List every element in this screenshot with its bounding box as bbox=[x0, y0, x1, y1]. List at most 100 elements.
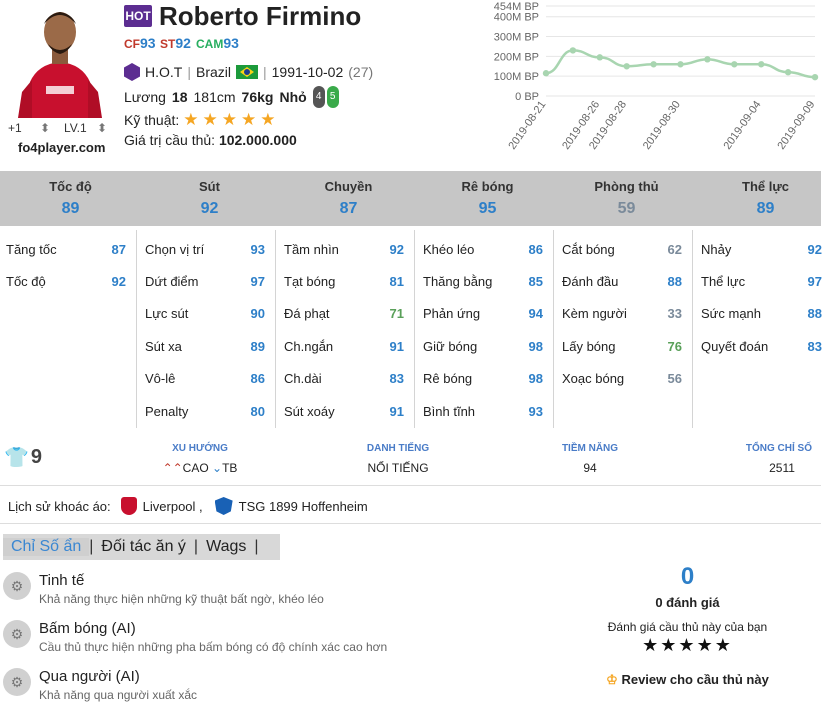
stat-column: Nhảy 92 Thể lực 97 Sức mạnh 88 Quyết đoán 83 bbox=[695, 230, 823, 428]
chart-point[interactable] bbox=[731, 61, 738, 68]
weight: 76kg bbox=[241, 89, 274, 105]
stat-name: Lấy bóng bbox=[562, 339, 616, 354]
stat-row: Rê bóng 98 bbox=[423, 371, 543, 386]
stat-row: Sút xoáy 91 bbox=[284, 404, 404, 419]
chart-point[interactable] bbox=[596, 54, 603, 61]
level-stepper-icon[interactable]: ⬍ bbox=[97, 121, 107, 135]
total-value: 2511 bbox=[769, 461, 795, 475]
birthdate: 1991-10-02 bbox=[271, 64, 344, 80]
stat-row: Thể lực 97 bbox=[701, 274, 822, 289]
stat-column: Khéo léo 86 Thăng bằng 85 Phản ứng 94 Giữ bóng… bbox=[417, 230, 554, 428]
stat-row: Lực sút 90 bbox=[145, 306, 265, 321]
tab-wags[interactable]: Wags bbox=[198, 538, 254, 556]
chart-point[interactable] bbox=[784, 69, 792, 76]
star-icon: ★ bbox=[241, 110, 257, 129]
club-liverpool[interactable]: Liverpool , bbox=[143, 499, 203, 514]
stat-value: 86 bbox=[250, 371, 265, 386]
trait-icon: ⚙ bbox=[3, 572, 31, 600]
club-hoffenheim[interactable]: TSG 1899 Hoffenheim bbox=[239, 499, 368, 514]
divider bbox=[0, 485, 821, 486]
potential-label: TIỀM NĂNG bbox=[561, 443, 619, 454]
stat-group-label: Thể lực bbox=[742, 179, 789, 194]
stat-name: Ch.ngắn bbox=[284, 339, 334, 354]
rating-score: 0 bbox=[680, 563, 695, 590]
rating-stars[interactable]: ★★★★★ bbox=[560, 636, 815, 654]
stat-name: Sức mạnh bbox=[701, 306, 762, 321]
stat-value: 93 bbox=[528, 404, 543, 419]
stat-value: 91 bbox=[389, 404, 404, 419]
star-icon: ★ bbox=[202, 110, 218, 129]
chart-y-tick-label: 200M BP bbox=[494, 51, 539, 63]
stat-value: 92 bbox=[111, 274, 126, 289]
stat-name: Quyết đoán bbox=[701, 339, 769, 354]
stat-row: Đá phạt 71 bbox=[284, 306, 404, 321]
star-icon: ★ bbox=[260, 110, 276, 129]
stat-row: Quyết đoán 83 bbox=[701, 339, 822, 354]
chart-point[interactable] bbox=[569, 47, 577, 54]
stat-name: Tăng tốc bbox=[6, 242, 57, 257]
stat-value: 81 bbox=[389, 274, 404, 289]
stat-value: 83 bbox=[807, 339, 822, 354]
stat-group-header: Phòng thủ 59 bbox=[558, 179, 695, 218]
stat-group-header: Chuyền 87 bbox=[280, 179, 417, 218]
build: Nhỏ bbox=[279, 89, 307, 105]
nation: Brazil bbox=[195, 64, 231, 80]
stat-value: 92 bbox=[389, 242, 404, 257]
tab-hidden-stats[interactable]: Chỉ Số ẩn bbox=[3, 538, 90, 556]
stat-value: 98 bbox=[528, 339, 543, 354]
stat-value: 33 bbox=[667, 306, 682, 321]
stat-row: Penalty 80 bbox=[145, 404, 265, 419]
stat-row: Ch.dài 83 bbox=[284, 371, 404, 386]
stat-name: Sút xa bbox=[145, 339, 182, 354]
trait-icon: ⚙ bbox=[3, 668, 31, 696]
chart-y-tick-label: 400M BP bbox=[494, 12, 539, 24]
stat-column: Chọn vị trí 93 Dứt điểm 97 Lực sút 90 Sút xa 89… bbox=[139, 230, 276, 428]
star-icon: ★ bbox=[221, 110, 238, 129]
upgrade-stepper-icon[interactable]: ⬍ bbox=[40, 121, 50, 135]
stat-name: Penalty bbox=[145, 404, 189, 419]
stat-row: Lấy bóng 76 bbox=[562, 339, 682, 354]
season-badge: HOT bbox=[124, 5, 152, 27]
age: (27) bbox=[348, 64, 374, 80]
fame-value: NỔI TIẾNG bbox=[367, 461, 429, 475]
chart-point[interactable] bbox=[623, 63, 630, 70]
stat-group-value: 92 bbox=[200, 200, 219, 217]
chart-y-tick-label: 0 BP bbox=[515, 91, 539, 103]
stat-name: Thăng bằng bbox=[423, 274, 493, 289]
chart-point[interactable] bbox=[542, 70, 550, 77]
stat-name: Vô-lê bbox=[145, 371, 176, 386]
chart-point[interactable] bbox=[704, 56, 711, 63]
player-physical-line: Lương 18 181cm 76kg Nhỏ 4 5 bbox=[124, 86, 339, 108]
stat-name: Ch.dài bbox=[284, 371, 322, 386]
stat-row: Bình tĩnh 93 bbox=[423, 404, 543, 419]
review-link[interactable]: ♔ Review cho cầu thủ này bbox=[560, 672, 815, 688]
club-history: Lịch sử khoác áo: Liverpool , TSG 1899 H… bbox=[8, 497, 368, 515]
position-cam: CAM93 bbox=[196, 35, 239, 51]
chart-point[interactable] bbox=[677, 61, 684, 68]
potential-value: 94 bbox=[583, 461, 597, 475]
salary: 18 bbox=[171, 89, 188, 105]
stat-group-label: Phòng thủ bbox=[594, 179, 659, 194]
shirt-number: 👕 9 bbox=[4, 446, 43, 469]
chart-x-tick-label: 2019-09-04 bbox=[722, 99, 764, 152]
stat-value: 87 bbox=[111, 242, 126, 257]
stat-value: 86 bbox=[528, 242, 543, 257]
tab-partners[interactable]: Đối tác ăn ý bbox=[93, 538, 193, 556]
stat-group-value: 95 bbox=[478, 200, 497, 217]
stat-name: Xoạc bóng bbox=[562, 371, 625, 386]
player-avatar bbox=[8, 2, 112, 118]
chart-y-tick-label: 100M BP bbox=[494, 71, 539, 83]
stat-column: Tăng tốc 87 Tốc độ 92 bbox=[0, 230, 137, 428]
chart-x-tick-label: 2019-08-30 bbox=[641, 99, 683, 152]
skill-moves: Kỹ thuật: ★ ★ ★ ★ ★ bbox=[124, 110, 276, 129]
chart-point[interactable] bbox=[650, 61, 657, 68]
stat-row: Khéo léo 86 bbox=[423, 242, 543, 257]
chart-point[interactable] bbox=[758, 61, 765, 68]
season-name: H.O.T bbox=[145, 64, 183, 80]
stat-name: Chọn vị trí bbox=[145, 242, 205, 257]
stat-row: Giữ bóng 98 bbox=[423, 339, 543, 354]
stat-value: 56 bbox=[667, 371, 682, 386]
chart-point[interactable] bbox=[811, 73, 819, 81]
stat-value: 62 bbox=[667, 242, 682, 257]
stat-value: 83 bbox=[389, 371, 404, 386]
